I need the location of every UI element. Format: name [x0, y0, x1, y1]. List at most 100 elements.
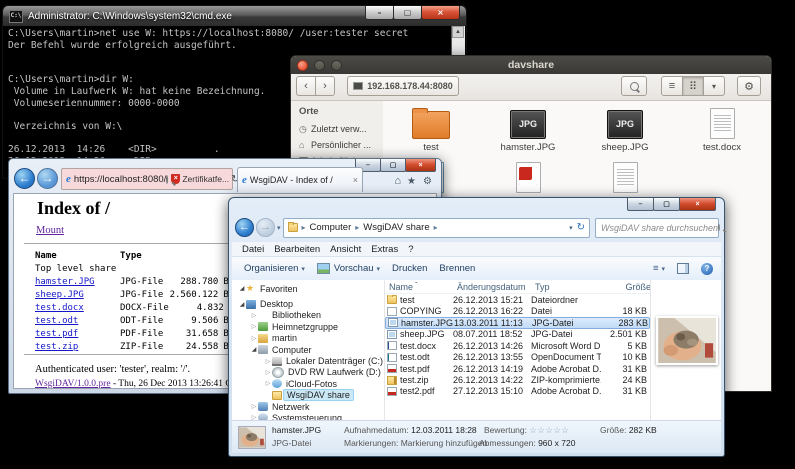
column-size[interactable]: Größe: [605, 282, 651, 292]
maximize-button[interactable]: ▢: [393, 6, 422, 20]
expand-icon[interactable]: ▷: [250, 323, 258, 330]
forward-button[interactable]: →: [256, 218, 275, 237]
file-link[interactable]: hamster.JPG: [35, 277, 95, 287]
home-icon[interactable]: ⌂: [394, 175, 401, 187]
forward-button[interactable]: ›: [315, 76, 335, 96]
nav-item-heimnetzgruppe[interactable]: ▷ Heimnetzgruppe: [232, 321, 384, 332]
file-row[interactable]: test2.pdf 27.12.2013 15:10 Adobe Acrobat…: [385, 386, 650, 397]
expand-icon[interactable]: ▷: [250, 403, 258, 410]
nav-item-bibliotheken[interactable]: ▷ Bibliotheken: [232, 310, 384, 321]
gear-button[interactable]: ⚙: [737, 76, 761, 96]
burn-button[interactable]: Brennen: [439, 263, 475, 274]
back-button[interactable]: ‹: [296, 76, 316, 96]
help-button[interactable]: ?: [701, 263, 713, 275]
nav-item-martin[interactable]: ▷ martin: [232, 333, 384, 344]
wsgidav-version-link[interactable]: WsgiDAV/1.0.0.pre: [35, 379, 111, 389]
nav-item-desktop[interactable]: ◢ Desktop: [232, 298, 384, 309]
file-link[interactable]: sheep.JPG: [35, 290, 84, 300]
forward-button[interactable]: →: [37, 168, 58, 189]
address-dropdown-icon[interactable]: ▾: [569, 224, 573, 232]
file-row[interactable]: test.pdf 26.12.2013 14:19 Adobe Acrobat …: [385, 363, 650, 374]
file-row[interactable]: test.zip 26.12.2013 14:22 ZIP-komprimier…: [385, 374, 650, 385]
sidebar-item-home[interactable]: ⌂ Persönlicher ...: [291, 137, 383, 153]
nav-item-local-disk[interactable]: ▷ Lokaler Datenträger (C:): [232, 355, 384, 366]
menu-bearbeiten[interactable]: Bearbeiten: [274, 244, 320, 255]
expand-icon[interactable]: ◢: [238, 301, 246, 308]
favorites-star-icon[interactable]: ★: [407, 176, 416, 187]
file-row[interactable]: test 26.12.2013 15:21 Dateiordner: [385, 294, 650, 305]
print-button[interactable]: Drucken: [392, 263, 427, 274]
column-type[interactable]: Typ: [535, 282, 605, 292]
minimize-button[interactable]: –: [627, 198, 654, 211]
file-link[interactable]: test.pdf: [35, 329, 78, 339]
tools-gear-icon[interactable]: ⚙: [423, 176, 432, 187]
file-row-selected[interactable]: hamster.JPG 13.03.2011 11:13 JPG-Datei 2…: [385, 317, 650, 329]
breadcrumb-current[interactable]: WsgiDAV share: [363, 222, 429, 233]
close-button[interactable]: [297, 60, 308, 71]
file-row[interactable]: test.odt 26.12.2013 13:55 OpenDocument T…: [385, 352, 650, 363]
file-row[interactable]: sheep.JPG 08.07.2011 18:52 JPG-Datei 2.5…: [385, 329, 650, 340]
expand-icon[interactable]: ▷: [264, 380, 272, 387]
organize-button[interactable]: Organisieren ▾: [244, 263, 305, 274]
grid-view-button[interactable]: ⠿: [682, 76, 704, 96]
file-item[interactable]: test: [383, 105, 479, 153]
nav-item-icloud-fotos[interactable]: ▷ iCloud-Fotos: [232, 378, 384, 389]
file-link[interactable]: test.odt: [35, 316, 78, 326]
list-view-button[interactable]: ≡: [661, 76, 683, 96]
search-input[interactable]: [596, 223, 718, 233]
certificate-error-label[interactable]: Zertifikatfe...: [182, 174, 229, 184]
expand-icon[interactable]: ▷: [250, 312, 258, 319]
cmd-titlebar[interactable]: C:\ Administrator: C:\Windows\system32\c…: [3, 6, 466, 26]
tab-close-icon[interactable]: ×: [353, 175, 358, 185]
nav-item-computer[interactable]: ◢ Computer: [232, 344, 384, 355]
breadcrumb[interactable]: ▸ Computer ▸ WsgiDAV share ▸ ▾ ↻: [283, 218, 590, 238]
close-button[interactable]: ×: [405, 159, 436, 172]
nav-item-dvd-drive[interactable]: ▷ DVD RW Laufwerk (D:): [232, 367, 384, 378]
minimize-button[interactable]: –: [365, 6, 394, 20]
expand-icon[interactable]: ◢: [238, 285, 246, 292]
menu-help[interactable]: ?: [408, 244, 413, 255]
sidebar-item-recent[interactable]: ◷ Zuletzt verw...: [291, 121, 383, 137]
mount-link[interactable]: Mount: [36, 225, 64, 236]
nav-item-netzwerk[interactable]: ▷ Netzwerk: [232, 401, 384, 412]
back-button[interactable]: ←: [14, 168, 35, 189]
file-row[interactable]: test.docx 26.12.2013 14:26 Microsoft Wor…: [385, 340, 650, 351]
address-button[interactable]: 192.168.178.44:8080: [347, 76, 459, 96]
tags-value[interactable]: Markierung hinzufügen: [401, 438, 487, 448]
menu-ansicht[interactable]: Ansicht: [330, 244, 361, 255]
file-link[interactable]: test.zip: [35, 342, 78, 352]
view-options-chevron[interactable]: ▾: [703, 76, 725, 96]
back-button[interactable]: ←: [235, 218, 254, 237]
file-item[interactable]: JPG sheep.JPG: [577, 105, 673, 153]
expand-icon[interactable]: ▷: [250, 335, 258, 342]
search-button[interactable]: [621, 76, 647, 96]
minimize-button[interactable]: [314, 60, 325, 71]
expand-icon[interactable]: ▷: [264, 358, 272, 365]
menu-datei[interactable]: Datei: [242, 244, 264, 255]
file-item[interactable]: test.docx: [674, 105, 770, 153]
scroll-up-icon[interactable]: ▲: [452, 26, 464, 38]
search-icon[interactable]: [166, 175, 168, 184]
file-row[interactable]: COPYING 26.12.2013 16:22 Datei 18 KB: [385, 305, 650, 316]
search-box[interactable]: [595, 218, 719, 238]
address-bar[interactable]: e https://localhost:8080/ × Zertifikatfe…: [61, 168, 233, 190]
preview-button[interactable]: Vorschau ▾: [317, 263, 380, 274]
close-button[interactable]: ×: [679, 198, 716, 211]
file-link[interactable]: test.docx: [35, 303, 84, 313]
column-date[interactable]: Änderungsdatum: [457, 282, 535, 292]
nautilus-titlebar[interactable]: davshare: [291, 56, 771, 74]
menu-extras[interactable]: Extras: [371, 244, 398, 255]
rating-stars-icon[interactable]: ☆ ☆ ☆ ☆ ☆: [529, 425, 568, 435]
file-item[interactable]: JPG hamster.JPG: [480, 105, 576, 153]
column-name[interactable]: Name ▴: [385, 282, 457, 292]
nav-item-favoriten[interactable]: ◢ ★ Favoriten: [232, 283, 384, 294]
refresh-icon[interactable]: ↻: [577, 222, 585, 233]
maximize-button[interactable]: [331, 60, 342, 71]
details-tags[interactable]: Markierungen: Markierung hinzufügen: [344, 438, 487, 448]
close-button[interactable]: ×: [421, 6, 460, 20]
maximize-button[interactable]: ▢: [380, 159, 406, 172]
browser-tab[interactable]: e WsgiDAV - Index of / ×: [237, 167, 363, 192]
expand-icon[interactable]: ▷: [264, 369, 272, 376]
history-dropdown-icon[interactable]: ▾: [277, 224, 281, 232]
expand-icon[interactable]: ◢: [250, 346, 258, 353]
